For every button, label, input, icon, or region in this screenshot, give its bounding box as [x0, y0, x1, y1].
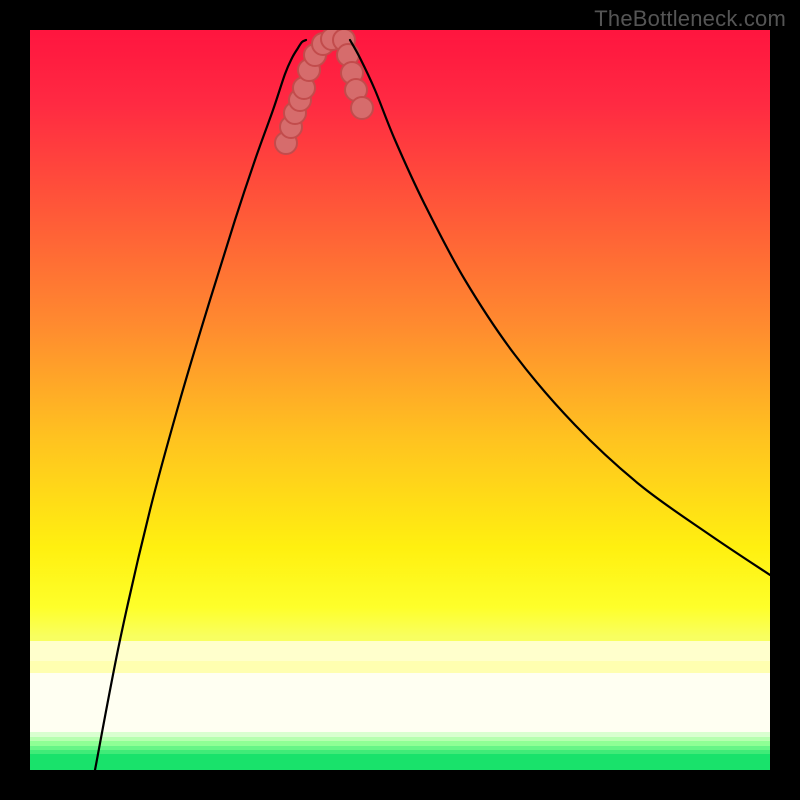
watermark-text: TheBottleneck.com: [594, 6, 786, 32]
chart-frame: TheBottleneck.com: [0, 0, 800, 800]
plot-area: [30, 30, 770, 770]
curve-left: [95, 40, 306, 770]
marker-layer: [275, 30, 373, 154]
data-marker: [351, 97, 373, 119]
curve-right: [350, 40, 770, 575]
curve-layer: [30, 30, 770, 770]
